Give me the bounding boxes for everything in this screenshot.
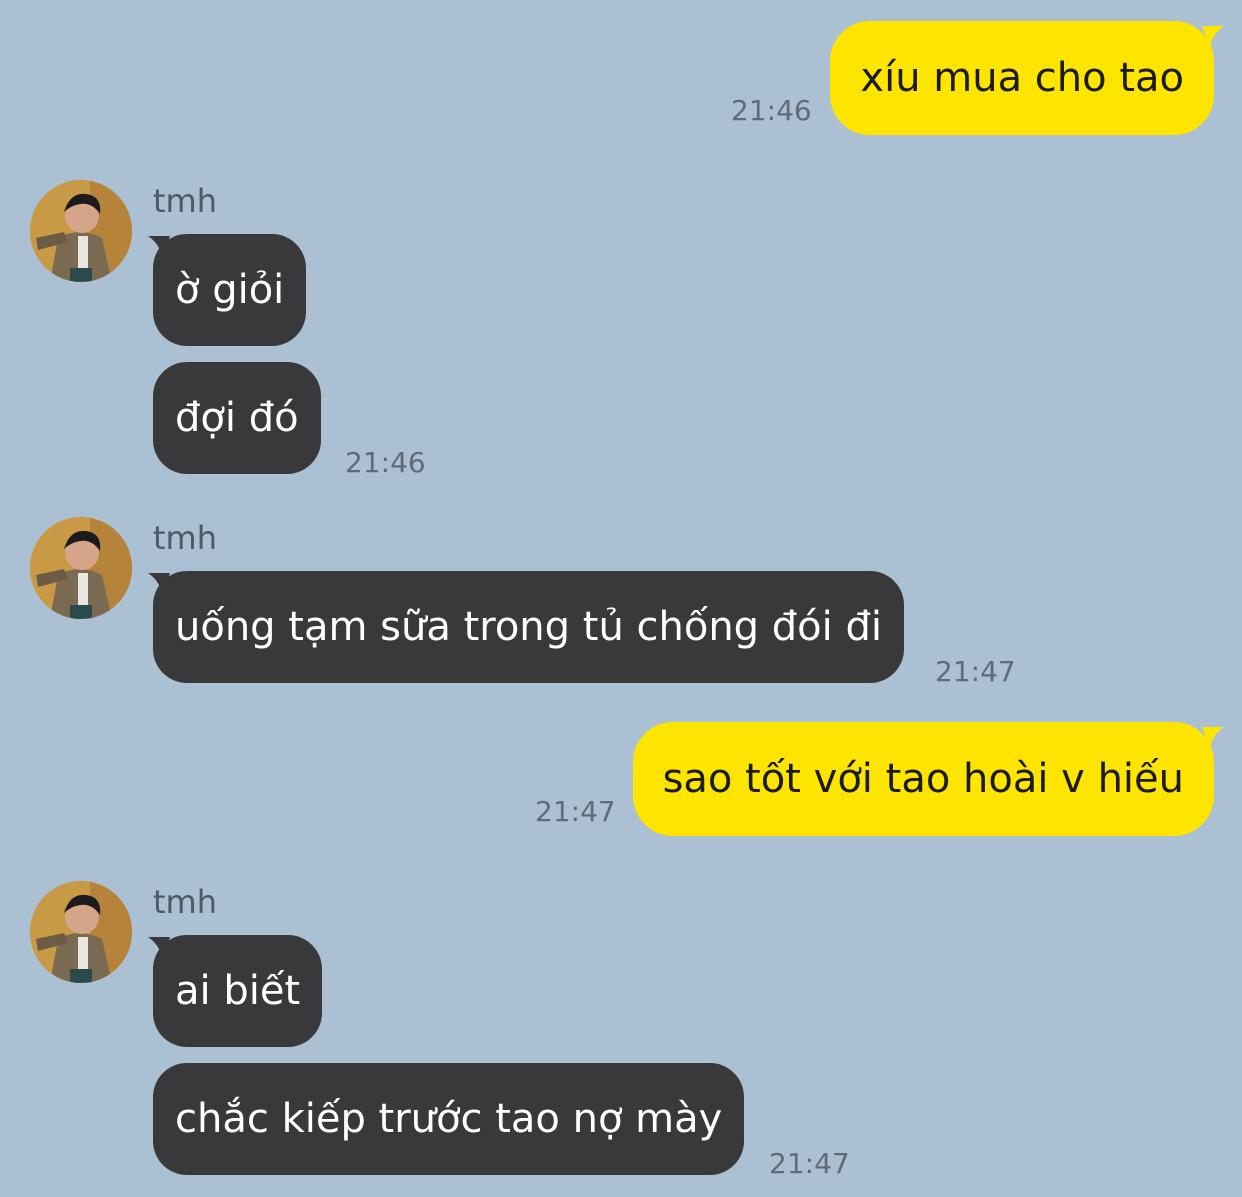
bubble-tail-icon bbox=[148, 236, 170, 258]
message-text: uống tạm sữa trong tủ chống đói đi bbox=[175, 604, 882, 650]
avatar[interactable] bbox=[30, 517, 132, 619]
sender-name: tmh bbox=[153, 182, 217, 220]
profile-photo-icon bbox=[30, 517, 132, 619]
message-text: xíu mua cho tao bbox=[860, 55, 1184, 101]
sender-name: tmh bbox=[153, 519, 217, 557]
bubble-tail-icon bbox=[1202, 26, 1224, 48]
outgoing-message-bubble[interactable]: xíu mua cho tao bbox=[830, 21, 1214, 135]
message-timestamp: 21:47 bbox=[935, 655, 1016, 688]
message-timestamp: 21:47 bbox=[535, 795, 616, 828]
sender-name: tmh bbox=[153, 883, 217, 921]
incoming-message-bubble[interactable]: ai biết bbox=[153, 935, 323, 1047]
profile-photo-icon bbox=[30, 180, 132, 282]
profile-photo-icon bbox=[30, 881, 132, 983]
message-text: ờ giỏi bbox=[175, 267, 285, 313]
message-timestamp: 21:46 bbox=[345, 446, 426, 479]
message-timestamp: 21:46 bbox=[731, 94, 812, 127]
message-timestamp: 21:47 bbox=[769, 1147, 850, 1180]
avatar[interactable] bbox=[30, 881, 132, 983]
outgoing-message-bubble[interactable]: sao tốt với tao hoài v hiếu bbox=[632, 722, 1214, 836]
message-text: sao tốt với tao hoài v hiếu bbox=[662, 756, 1184, 802]
bubble-tail-icon bbox=[1202, 727, 1224, 749]
avatar[interactable] bbox=[30, 180, 132, 282]
bubble-tail-icon bbox=[148, 937, 170, 959]
message-text: đợi đó bbox=[175, 395, 299, 441]
bubble-tail-icon bbox=[148, 573, 170, 595]
incoming-message-bubble[interactable]: uống tạm sữa trong tủ chống đói đi bbox=[153, 571, 904, 683]
message-text: chắc kiếp trước tao nợ mày bbox=[175, 1096, 723, 1142]
message-text: ai biết bbox=[175, 968, 301, 1014]
incoming-message-bubble[interactable]: đợi đó bbox=[153, 362, 321, 474]
incoming-message-bubble[interactable]: chắc kiếp trước tao nợ mày bbox=[153, 1063, 745, 1175]
incoming-message-bubble[interactable]: ờ giỏi bbox=[153, 234, 307, 346]
